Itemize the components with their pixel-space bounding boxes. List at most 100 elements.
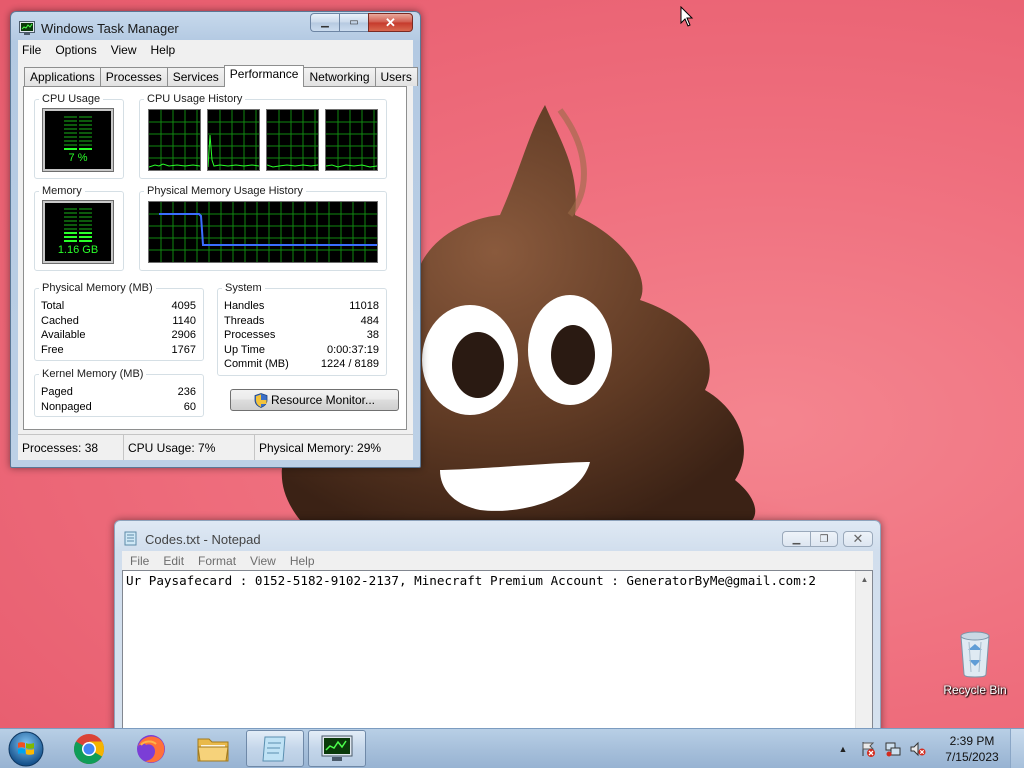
table-row: Available 2906 — [41, 328, 196, 343]
memory-group: Memory 1.16 GB — [34, 185, 124, 271]
minimize-icon: ▁ — [321, 17, 329, 28]
table-row: Free 1767 — [41, 343, 196, 358]
cpu-graph-core-1 — [149, 110, 200, 170]
menu-view[interactable]: View — [111, 43, 137, 57]
minimize-button[interactable]: ▁ — [782, 531, 810, 547]
stat-name: Processes — [224, 329, 276, 341]
tab-services[interactable]: Services — [166, 67, 225, 86]
menu-view[interactable]: View — [250, 554, 276, 568]
editor-content[interactable]: Ur Paysafecard : 0152-5182-9102-2137, Mi… — [126, 573, 850, 589]
menu-help[interactable]: Help — [290, 554, 315, 568]
cpu-history-group: CPU Usage History — [139, 93, 387, 179]
tab-strip: Applications Processes Services Performa… — [24, 65, 418, 87]
resource-monitor-button[interactable]: Resource Monitor... — [230, 389, 399, 411]
start-orb-icon — [8, 731, 44, 767]
maximize-button[interactable]: ▭ — [339, 13, 368, 32]
recycle-bin-icon — [960, 631, 990, 678]
task-manager-body: Applications Processes Services Performa… — [18, 60, 418, 460]
system-group: System Handles 11018 Threads 484 Processes… — [217, 282, 387, 376]
clock[interactable]: 2:39 PM 7/15/2023 — [934, 733, 1010, 765]
clock-time: 2:39 PM — [949, 733, 995, 748]
menu-format[interactable]: Format — [198, 554, 236, 568]
window-title: Codes.txt - Notepad — [145, 532, 261, 547]
menu-options[interactable]: Options — [55, 43, 96, 57]
menu-help[interactable]: Help — [151, 43, 176, 57]
kernel-memory-group: Kernel Memory (MB) Paged 236 Nonpaged 60 — [34, 368, 204, 417]
title-bar[interactable]: Codes.txt - Notepad ▁ ❐ ✕ — [115, 521, 880, 549]
scroll-up-arrow-icon[interactable]: ▲ — [856, 571, 873, 588]
menu-file[interactable]: File — [22, 43, 41, 57]
cpu-history-graph-core-3 — [266, 109, 319, 171]
tab-users[interactable]: Users — [374, 67, 418, 86]
notepad-icon — [124, 531, 137, 546]
stat-name: Commit (MB) — [224, 358, 289, 370]
taskbar-explorer[interactable] — [184, 730, 242, 767]
tab-networking[interactable]: Networking — [303, 67, 376, 86]
stat-name: Cached — [41, 314, 79, 327]
memory-graph — [149, 202, 377, 262]
mouse-cursor-icon — [680, 6, 694, 27]
stat-value: 236 — [177, 386, 196, 398]
memory-meter-unlit — [64, 208, 92, 230]
cpu-history-graph-core-1 — [148, 109, 201, 171]
close-icon: ✕ — [852, 531, 864, 546]
table-row: Commit (MB) 1224 / 8189 — [224, 357, 379, 372]
table-row: Handles 11018 — [224, 299, 379, 314]
network-icon[interactable] — [884, 740, 902, 758]
show-desktop-button[interactable] — [1010, 729, 1024, 768]
memory-meter: 1.16 GB — [42, 200, 114, 264]
taskbar-notepad[interactable] — [246, 730, 304, 767]
physical-memory-label: Physical Memory (MB) — [39, 282, 156, 294]
table-row: Cached 1140 — [41, 314, 196, 329]
tab-applications[interactable]: Applications — [24, 67, 101, 86]
cpu-meter-lit — [64, 148, 92, 150]
table-row: Up Time 0:00:37:19 — [224, 343, 379, 358]
title-bar[interactable]: Windows Task Manager ▁ ▭ ✕ — [11, 12, 420, 40]
memory-value: 1.16 GB — [57, 244, 99, 256]
vertical-scrollbar[interactable]: ▲ — [855, 571, 872, 748]
stat-value: 1224 / 8189 — [320, 358, 379, 370]
memory-history-label: Physical Memory Usage History — [144, 185, 306, 197]
stat-value: 60 — [183, 400, 196, 413]
physical-memory-group: Physical Memory (MB) Total 4095 Cached 114… — [34, 282, 204, 361]
close-button[interactable]: ✕ — [368, 13, 413, 32]
tab-processes[interactable]: Processes — [99, 67, 168, 86]
notepad-window[interactable]: Codes.txt - Notepad ▁ ❐ ✕ File Edit Form… — [114, 520, 881, 750]
stat-name: Up Time — [224, 343, 265, 356]
system-label: System — [222, 282, 265, 294]
stat-name: Nonpaged — [41, 400, 92, 413]
window-title: Windows Task Manager — [41, 21, 179, 36]
memory-history-graph — [148, 201, 378, 263]
taskbar-chrome[interactable] — [60, 730, 118, 767]
volume-muted-icon[interactable] — [909, 740, 927, 758]
show-hidden-icons-icon[interactable]: ▲ — [834, 740, 852, 758]
stat-value: 1767 — [171, 343, 196, 356]
menu-edit[interactable]: Edit — [163, 554, 184, 568]
taskbar-firefox[interactable] — [122, 730, 180, 767]
minimize-button[interactable]: ▁ — [310, 13, 339, 32]
task-manager-window[interactable]: Windows Task Manager ▁ ▭ ✕ File Options … — [10, 11, 421, 468]
close-button[interactable]: ✕ — [843, 531, 873, 547]
action-center-flag-icon[interactable] — [859, 740, 877, 758]
cpu-history-graph-core-2 — [207, 109, 260, 171]
recycle-bin-desktop-icon[interactable]: Recycle Bin — [940, 630, 1010, 697]
text-editor-area[interactable]: Ur Paysafecard : 0152-5182-9102-2137, Mi… — [122, 570, 873, 749]
stat-value: 1140 — [172, 314, 196, 327]
table-row: Paged 236 — [41, 385, 196, 400]
start-button[interactable] — [6, 730, 46, 768]
stat-value: 2906 — [171, 329, 196, 341]
notepad-icon — [262, 736, 286, 761]
stat-name: Free — [41, 343, 64, 356]
memory-label: Memory — [39, 185, 85, 197]
stat-name: Available — [41, 329, 86, 341]
stat-value: 4095 — [171, 300, 196, 312]
menu-file[interactable]: File — [130, 554, 149, 568]
system-tray: ▲ 2:39 PM 7/15/2023 — [834, 729, 1024, 768]
task-manager-icon — [321, 735, 353, 761]
tab-performance[interactable]: Performance — [223, 65, 305, 87]
cpu-usage-label: CPU Usage — [39, 93, 104, 105]
task-manager-icon — [19, 21, 35, 35]
taskbar-task-manager[interactable] — [308, 730, 366, 767]
maximize-button[interactable]: ❐ — [810, 531, 838, 547]
status-cpu-usage: CPU Usage: 7% — [124, 435, 255, 460]
